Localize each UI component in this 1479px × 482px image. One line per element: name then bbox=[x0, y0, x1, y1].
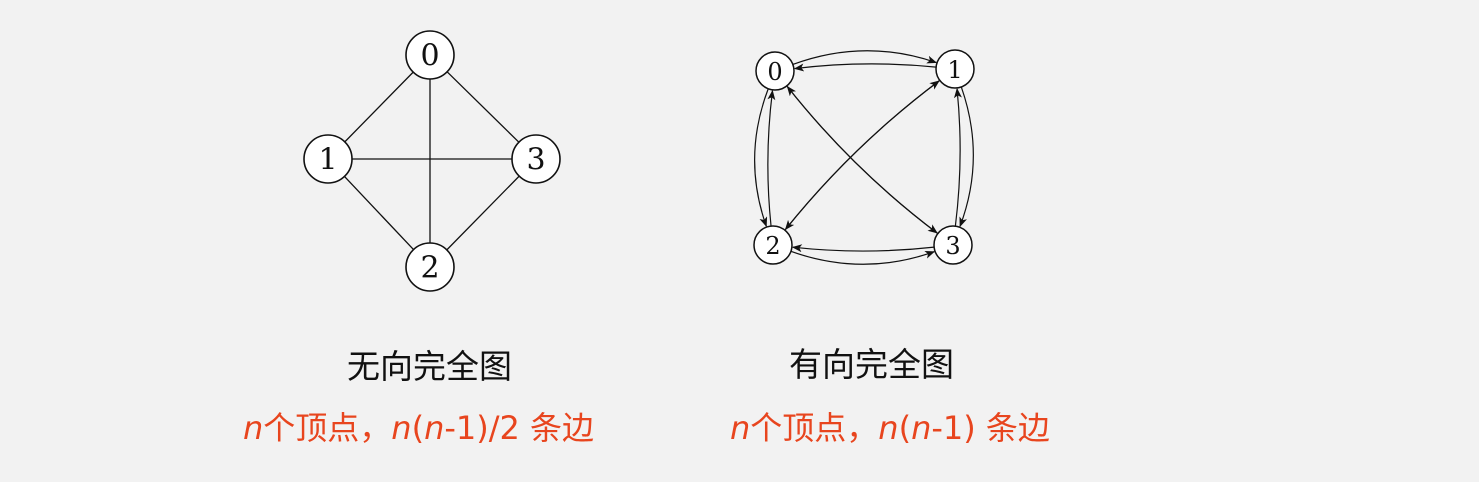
arc-0-to-3 bbox=[786, 85, 938, 234]
node-3-label: 3 bbox=[526, 143, 545, 178]
formula-var-n: n bbox=[878, 409, 899, 447]
formula-tail: -1)/2 条边 bbox=[444, 409, 595, 447]
formula-var-n: n bbox=[424, 409, 445, 447]
undirected-graph-title: 无向完全图 bbox=[347, 347, 512, 386]
formula-var-n: n bbox=[391, 409, 412, 447]
arc-2-to-3 bbox=[790, 250, 936, 265]
node-0-label: 0 bbox=[767, 58, 782, 86]
node-1-label: 1 bbox=[318, 143, 337, 178]
node-2-label: 2 bbox=[765, 232, 780, 260]
directed-complete-graph: 0 1 2 3 bbox=[753, 49, 975, 265]
edge-0-3 bbox=[446, 71, 520, 143]
arc-3-to-0 bbox=[786, 85, 939, 235]
node-2-label: 2 bbox=[420, 251, 439, 286]
arc-0-to-2 bbox=[754, 88, 769, 228]
formula-var-n: n bbox=[730, 409, 751, 447]
node-3-label: 3 bbox=[945, 232, 960, 260]
formula-text: 个顶点， bbox=[750, 409, 879, 447]
arc-1-to-3 bbox=[959, 86, 974, 228]
formula-var-n: n bbox=[243, 409, 264, 447]
undirected-graph-formula: n个顶点，n(n-1)/2 条边 bbox=[243, 403, 594, 449]
formula-paren: ( bbox=[411, 409, 425, 447]
formula-paren: ( bbox=[898, 409, 912, 447]
arc-1-to-2 bbox=[784, 79, 941, 231]
arc-3-to-1 bbox=[953, 87, 962, 227]
directed-graph-formula: n个顶点，n(n-1) 条边 bbox=[730, 403, 1050, 449]
arc-1-to-0 bbox=[793, 63, 937, 72]
edge-2-3 bbox=[446, 175, 520, 251]
arc-0-to-1 bbox=[792, 50, 938, 65]
arc-2-to-0 bbox=[767, 89, 776, 227]
undirected-complete-graph: 0 1 2 3 bbox=[303, 30, 561, 292]
node-1-label: 1 bbox=[947, 56, 962, 84]
edge-0-1 bbox=[344, 71, 414, 143]
formula-tail: -1) 条边 bbox=[931, 409, 1050, 447]
formula-text: 个顶点， bbox=[263, 409, 392, 447]
directed-graph-title: 有向完全图 bbox=[789, 345, 954, 384]
formula-var-n: n bbox=[911, 409, 932, 447]
arc-2-to-1 bbox=[784, 80, 940, 231]
node-0-label: 0 bbox=[420, 39, 439, 74]
edge-1-2 bbox=[344, 176, 414, 250]
arc-3-to-2 bbox=[791, 244, 935, 253]
